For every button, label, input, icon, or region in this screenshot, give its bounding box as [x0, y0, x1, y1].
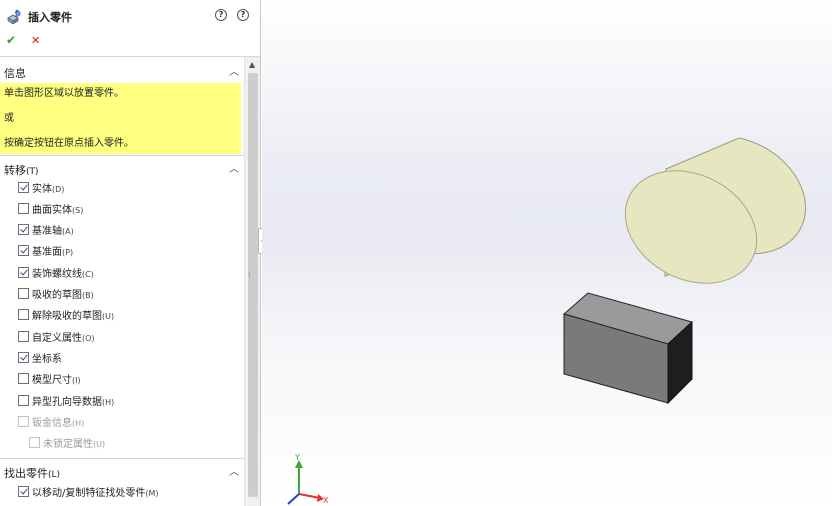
- transfer-option-9[interactable]: 坐标系: [18, 349, 62, 365]
- panel-scrollbar[interactable]: ▲: [244, 57, 260, 506]
- z-axis-arrow: [287, 493, 300, 505]
- checkbox-label: 曲面实体(S): [32, 204, 84, 216]
- checkbox[interactable]: [18, 373, 29, 385]
- detail-help-icon[interactable]: ?: [237, 9, 249, 21]
- checkbox[interactable]: [18, 485, 29, 497]
- scrollbar-thumb[interactable]: [248, 73, 258, 497]
- help-icon[interactable]: ?: [215, 9, 227, 21]
- insert-part-icon: [7, 9, 21, 24]
- checkbox-label: 装饰螺纹线(C): [32, 268, 94, 280]
- checkbox[interactable]: [18, 245, 29, 257]
- checkbox[interactable]: [18, 202, 29, 214]
- panel-content: 信息 ︿ 单击图形区域以放置零件。 或 按确定按钮在原点插入零件。 转移(T) …: [0, 57, 244, 506]
- checkbox-label: 钣金信息(H): [32, 417, 85, 429]
- checkbox[interactable]: [18, 330, 29, 342]
- cylinder-part[interactable]: [606, 137, 807, 305]
- checkbox-label: 基准面(P): [32, 247, 74, 259]
- info-line-1: 单击图形区域以放置零件。: [4, 88, 124, 99]
- checkbox-label: 未锁定属性(U): [43, 439, 106, 451]
- panel-title: 插入零件: [28, 11, 72, 24]
- info-section-header[interactable]: 信息 ︿: [0, 62, 244, 80]
- ok-button[interactable]: ✔: [6, 33, 16, 47]
- transfer-option-12: 钣金信息(H): [18, 413, 84, 429]
- transfer-option-3[interactable]: 基准轴(A): [18, 222, 74, 238]
- transfer-option-13: 未锁定属性(U): [29, 435, 105, 451]
- checkbox[interactable]: [18, 351, 29, 363]
- model-view: Y X: [287, 137, 807, 505]
- section-divider: [0, 458, 244, 459]
- transfer-option-5[interactable]: 装饰螺纹线(C): [18, 264, 94, 280]
- checkbox[interactable]: [18, 266, 29, 278]
- checkbox-label: 模型尺寸(I): [32, 375, 81, 387]
- transfer-option-2[interactable]: 曲面实体(S): [18, 200, 83, 216]
- x-axis-label: X: [323, 496, 329, 505]
- transfer-option-8[interactable]: 自定义属性(O): [18, 328, 95, 344]
- box-part[interactable]: [562, 292, 694, 405]
- find-part-section-title: 找出零件(L): [4, 467, 61, 480]
- checkbox-label: 自定义属性(O): [32, 332, 95, 344]
- chevron-up-icon[interactable]: ︿: [229, 463, 239, 478]
- chevron-up-icon[interactable]: ︿: [229, 63, 239, 78]
- graphics-viewport[interactable]: Y X: [262, 0, 832, 506]
- property-manager-panel: 插入零件 ? ? ✔ ✕ 信息 ︿ 单击图形区域以放置零件。 或 按确定按钮在原…: [0, 0, 261, 506]
- checkbox-label: 以移动/复制特征找处零件(M): [32, 487, 159, 499]
- checkbox-label: 实体(D): [32, 183, 65, 195]
- checkbox-label: 解除吸收的草图(U): [32, 311, 115, 323]
- x-axis-arrow: [298, 493, 321, 499]
- checkbox-label: 坐标系: [32, 353, 62, 365]
- checkbox[interactable]: [18, 288, 29, 299]
- section-divider: [0, 155, 244, 156]
- checkbox[interactable]: [18, 181, 29, 193]
- checkbox[interactable]: [18, 394, 29, 406]
- checkbox-label: 吸收的草图(B): [32, 290, 94, 301]
- checkbox-label: 异型孔向导数据(H): [32, 396, 115, 408]
- transfer-option-11[interactable]: 异型孔向导数据(H): [18, 392, 114, 408]
- transfer-option-6[interactable]: 吸收的草图(B): [18, 286, 94, 302]
- checkbox: [29, 437, 40, 449]
- panel-header: 插入零件 ? ?: [0, 0, 260, 33]
- info-line-2: 或: [4, 113, 14, 124]
- cancel-button[interactable]: ✕: [31, 34, 40, 47]
- y-axis-label: Y: [294, 453, 300, 462]
- info-section-title: 信息: [4, 67, 26, 80]
- checkbox-label: 基准轴(A): [32, 226, 74, 238]
- info-line-3: 按确定按钮在原点插入零件。: [4, 138, 134, 149]
- transfer-option-1[interactable]: 实体(D): [18, 179, 64, 195]
- transfer-section-title: 转移(T): [4, 164, 39, 177]
- resize-grip-icon[interactable]: ⁞: [248, 270, 251, 279]
- scroll-up-arrow-icon[interactable]: ▲: [249, 60, 255, 69]
- transfer-option-10[interactable]: 模型尺寸(I): [18, 371, 81, 387]
- find-part-section-header[interactable]: 找出零件(L) ︿: [0, 462, 244, 480]
- transfer-option-7[interactable]: 解除吸收的草图(U): [18, 307, 114, 323]
- chevron-up-icon[interactable]: ︿: [229, 160, 239, 175]
- coordinate-triad: Y X: [287, 453, 329, 505]
- checkbox[interactable]: [18, 309, 29, 321]
- info-message-box: 单击图形区域以放置零件。 或 按确定按钮在原点插入零件。: [0, 83, 241, 154]
- find-option-1[interactable]: 以移动/复制特征找处零件(M): [18, 483, 159, 499]
- checkbox[interactable]: [18, 224, 29, 236]
- transfer-section-header[interactable]: 转移(T) ︿: [0, 159, 244, 177]
- checkbox: [18, 415, 29, 427]
- transfer-option-4[interactable]: 基准面(P): [18, 243, 73, 259]
